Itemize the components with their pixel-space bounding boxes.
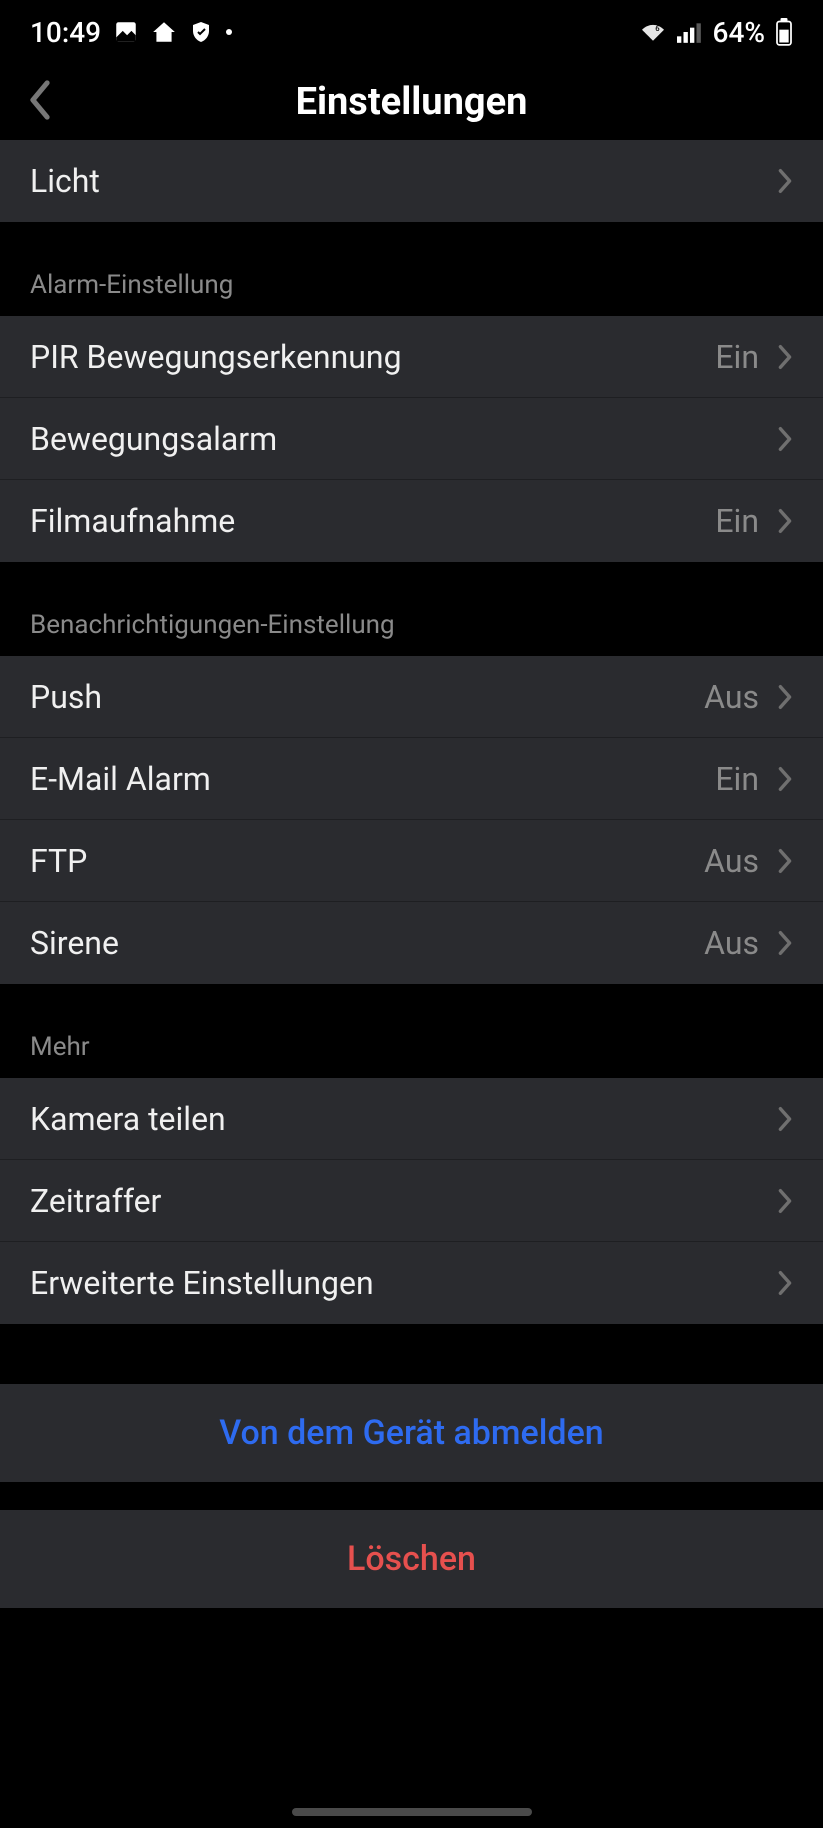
row-value: Ein <box>715 502 759 540</box>
row-label: Erweiterte Einstellungen <box>30 1264 777 1302</box>
chevron-right-icon <box>777 167 793 195</box>
row-label: E-Mail Alarm <box>30 760 715 798</box>
row-value: Aus <box>704 924 759 962</box>
battery-icon <box>775 18 793 46</box>
logout-button[interactable]: Von dem Gerät abmelden <box>0 1384 823 1482</box>
row-label: Sirene <box>30 924 704 962</box>
row-email-alarm[interactable]: E-Mail Alarm Ein <box>0 738 823 820</box>
chevron-right-icon <box>777 847 793 875</box>
row-share-camera[interactable]: Kamera teilen <box>0 1078 823 1160</box>
svg-text:6: 6 <box>655 24 660 33</box>
chevron-right-icon <box>777 343 793 371</box>
row-label: PIR Bewegungserkennung <box>30 338 715 376</box>
status-battery-text: 64% <box>713 16 765 49</box>
row-siren[interactable]: Sirene Aus <box>0 902 823 984</box>
chevron-right-icon <box>777 929 793 957</box>
section-header-alarm: Alarm-Einstellung <box>0 222 823 316</box>
row-film[interactable]: Filmaufnahme Ein <box>0 480 823 562</box>
shield-icon <box>189 20 213 44</box>
chevron-right-icon <box>777 765 793 793</box>
home-icon <box>151 19 177 45</box>
row-value: Ein <box>715 760 759 798</box>
row-label: Filmaufnahme <box>30 502 715 540</box>
row-label: Licht <box>30 162 777 200</box>
status-bar: 10:49 6 64% <box>0 0 823 64</box>
chevron-right-icon <box>777 683 793 711</box>
row-value: Aus <box>704 842 759 880</box>
row-pir[interactable]: PIR Bewegungserkennung Ein <box>0 316 823 398</box>
chevron-right-icon <box>777 507 793 535</box>
signal-icon <box>677 21 703 43</box>
row-advanced[interactable]: Erweiterte Einstellungen <box>0 1242 823 1324</box>
chevron-right-icon <box>777 1105 793 1133</box>
row-value: Ein <box>715 338 759 376</box>
page-title: Einstellungen <box>20 80 803 124</box>
dot-icon <box>225 28 233 36</box>
row-label: Zeitraffer <box>30 1182 777 1220</box>
row-value: Aus <box>704 678 759 716</box>
status-time: 10:49 <box>30 16 101 49</box>
row-label: FTP <box>30 842 704 880</box>
app-header: Einstellungen <box>0 64 823 140</box>
delete-button[interactable]: Löschen <box>0 1510 823 1608</box>
row-timelapse[interactable]: Zeitraffer <box>0 1160 823 1242</box>
section-header-more: Mehr <box>0 984 823 1078</box>
row-label: Bewegungsalarm <box>30 420 777 458</box>
chevron-right-icon <box>777 425 793 453</box>
wifi-icon: 6 <box>639 21 667 43</box>
back-button[interactable] <box>28 80 52 124</box>
chevron-right-icon <box>777 1187 793 1215</box>
chevron-right-icon <box>777 1269 793 1297</box>
section-header-notif: Benachrichtigungen-Einstellung <box>0 562 823 656</box>
row-label: Push <box>30 678 704 716</box>
row-label: Kamera teilen <box>30 1100 777 1138</box>
row-push[interactable]: Push Aus <box>0 656 823 738</box>
picture-icon <box>113 19 139 45</box>
row-licht[interactable]: Licht <box>0 140 823 222</box>
home-indicator[interactable] <box>292 1808 532 1816</box>
row-ftp[interactable]: FTP Aus <box>0 820 823 902</box>
row-motion-alarm[interactable]: Bewegungsalarm <box>0 398 823 480</box>
